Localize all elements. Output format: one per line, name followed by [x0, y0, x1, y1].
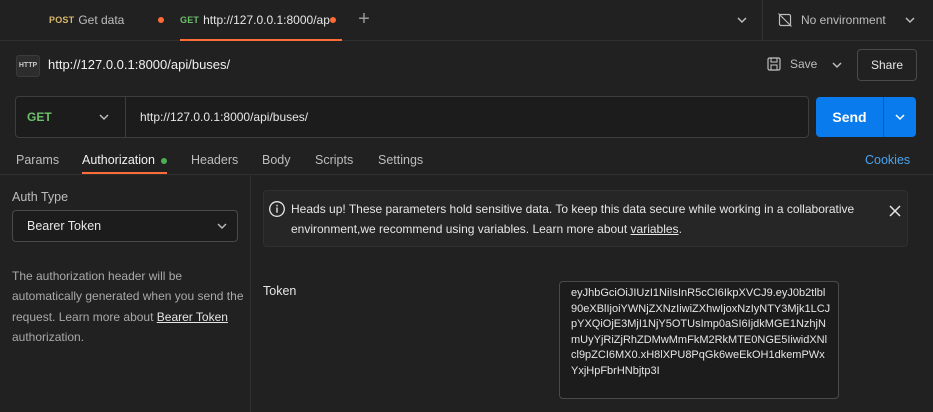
no-environment-icon	[778, 13, 792, 27]
method-chevron-down-icon	[99, 114, 109, 121]
new-tab-plus-icon[interactable]: +	[352, 8, 376, 32]
tab-label: Get data	[78, 13, 125, 27]
auth-description: The authorization header will be automat…	[12, 266, 244, 347]
save-icon	[767, 57, 781, 71]
active-status-dot-icon	[161, 158, 167, 164]
environment-chevron-down-icon[interactable]	[902, 12, 918, 28]
panel-divider[interactable]	[250, 175, 251, 412]
send-options-chevron-icon[interactable]	[892, 109, 908, 125]
tab-authorization[interactable]: Authorization	[82, 153, 155, 167]
unsaved-dot-icon	[158, 17, 164, 23]
tab-label: http://127.0.0.1:8000/ap	[203, 13, 330, 27]
tab-params[interactable]: Params	[16, 153, 59, 167]
auth-type-chevron-down-icon	[217, 223, 227, 229]
divider	[0, 174, 933, 175]
request-title[interactable]: http://127.0.0.1:8000/api/buses/	[48, 57, 230, 72]
token-value[interactable]: eyJhbGciOiJIUzI1NiIsInR5cCI6IkpXVCJ9.eyJ…	[571, 286, 831, 380]
tab-method: POST	[49, 15, 75, 25]
method-label: GET	[27, 110, 52, 124]
cookies-link[interactable]: Cookies	[865, 153, 910, 167]
token-label: Token	[263, 284, 297, 298]
share-button[interactable]: Share	[857, 49, 917, 81]
active-tab-indicator	[180, 39, 342, 41]
tab-headers[interactable]: Headers	[191, 153, 238, 167]
tab-scripts[interactable]: Scripts	[315, 153, 353, 167]
divider	[883, 97, 884, 137]
send-button[interactable]: Send	[816, 97, 883, 137]
info-icon	[269, 201, 285, 217]
tab-get-data[interactable]: POST Get data	[49, 0, 164, 40]
tab-method: GET	[180, 15, 200, 25]
bearer-token-link[interactable]: Bearer Token	[157, 310, 228, 324]
http-request-icon: HTTP	[16, 55, 40, 77]
close-icon[interactable]	[887, 203, 903, 219]
save-button[interactable]: Save	[766, 56, 817, 72]
tab-body[interactable]: Body	[262, 153, 291, 167]
notice-body: Heads up! These parameters hold sensitiv…	[291, 202, 855, 236]
url-input[interactable]: http://127.0.0.1:8000/api/buses/	[140, 110, 308, 124]
environment-selector[interactable]: No environment	[777, 10, 886, 30]
divider	[762, 0, 763, 40]
notice-text: Heads up! These parameters hold sensitiv…	[291, 199, 871, 239]
notice-suffix: .	[678, 222, 682, 236]
variables-link[interactable]: variables	[631, 222, 679, 236]
environment-label: No environment	[801, 13, 886, 27]
unsaved-dot-icon	[330, 17, 336, 23]
tab-buses-request[interactable]: GET http://127.0.0.1:8000/ap	[172, 0, 342, 40]
auth-type-label: Auth Type	[12, 190, 69, 204]
tabs-chevron-down-icon[interactable]	[734, 12, 750, 28]
tab-settings[interactable]: Settings	[378, 153, 423, 167]
save-options-chevron-icon[interactable]	[829, 57, 845, 73]
auth-type-value: Bearer Token	[27, 219, 102, 233]
auth-description-suffix: authorization.	[12, 329, 85, 344]
save-label: Save	[790, 57, 818, 71]
url-bar	[15, 96, 809, 138]
